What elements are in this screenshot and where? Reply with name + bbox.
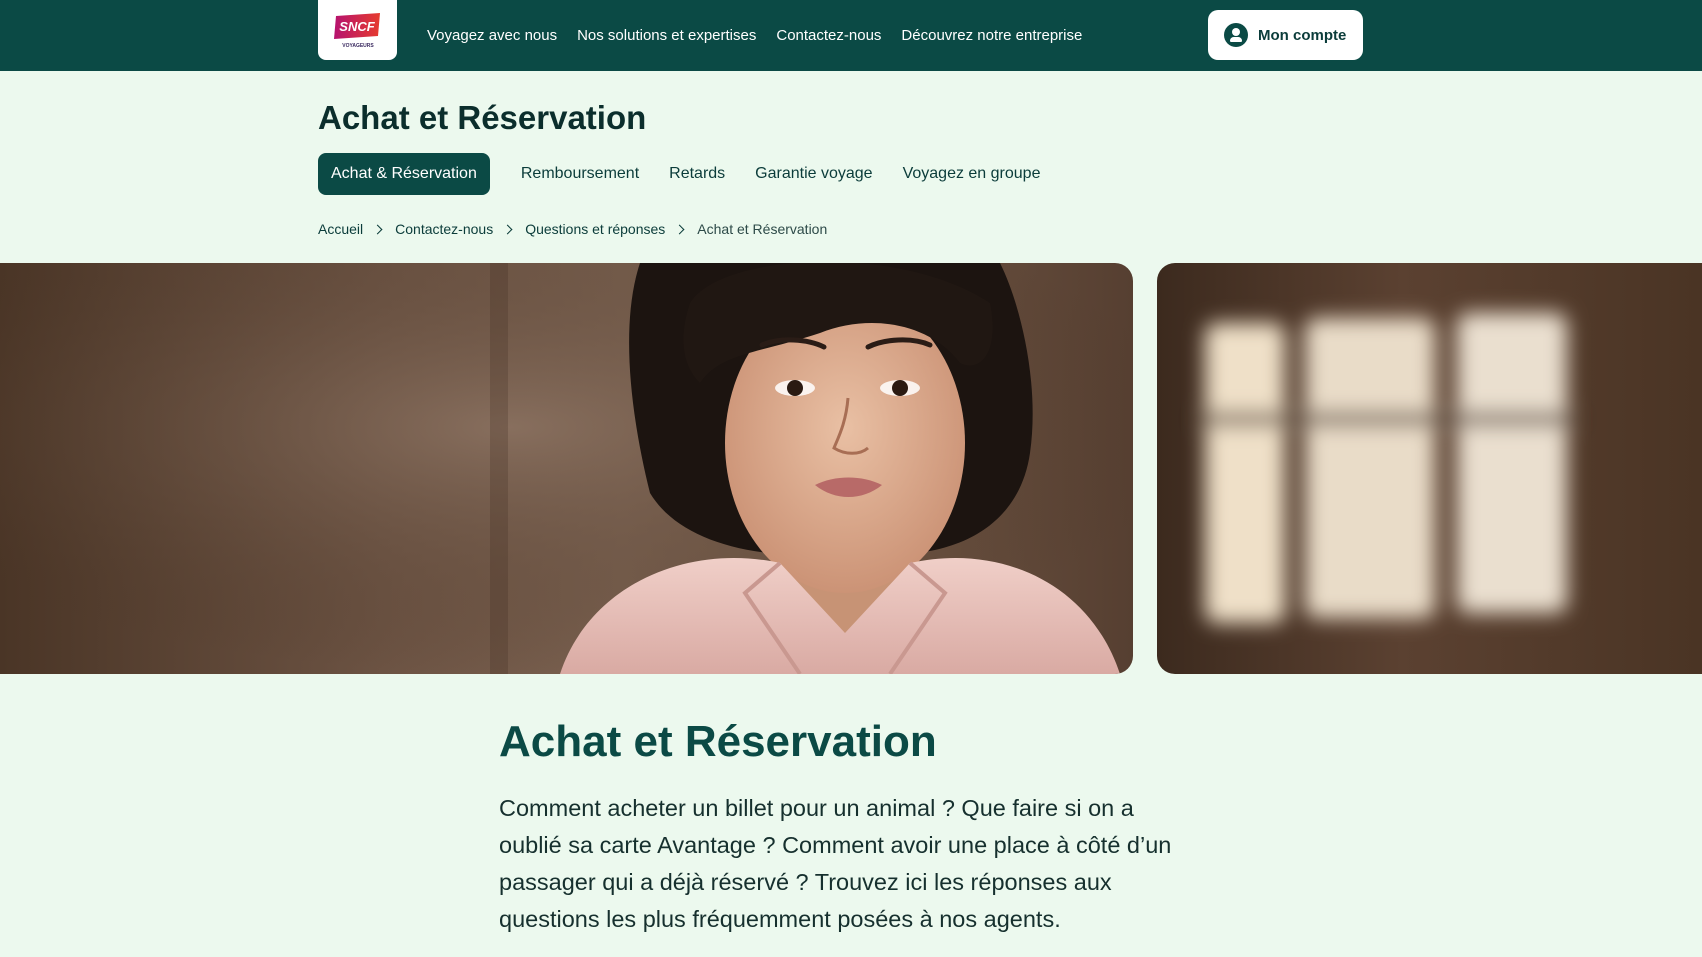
hero-portrait-image bbox=[0, 263, 1133, 674]
top-navigation-bar: SNCF VOYAGEURS Voyagez avec nous Nos sol… bbox=[0, 0, 1702, 71]
breadcrumb-current-page: Achat et Réservation bbox=[697, 221, 828, 237]
page-title: Achat et Réservation bbox=[318, 99, 647, 136]
sncf-logo-mark: SNCF VOYAGEURS bbox=[333, 13, 380, 49]
article-intro-text: Comment acheter un billet pour un animal… bbox=[499, 795, 1172, 932]
account-button-label: Mon compte bbox=[1258, 26, 1347, 44]
nav-link-solutions-expertises[interactable]: Nos solutions et expertises bbox=[577, 27, 756, 44]
account-button[interactable]: Mon compte bbox=[1208, 10, 1363, 60]
nav-link-contactez-nous[interactable]: Contactez-nous bbox=[776, 27, 881, 44]
main-navigation: Voyagez avec nous Nos solutions et exper… bbox=[427, 0, 1082, 71]
hero-window-image bbox=[1157, 263, 1702, 674]
chevron-right-icon bbox=[502, 224, 513, 234]
breadcrumb-link-questions-reponses[interactable]: Questions et réponses bbox=[525, 221, 665, 237]
breadcrumb-link-contactez-nous[interactable]: Contactez-nous bbox=[395, 221, 493, 237]
tab-voyagez-en-groupe[interactable]: Voyagez en groupe bbox=[888, 153, 1056, 195]
tab-achat-reservation[interactable]: Achat & Réservation bbox=[318, 153, 490, 195]
chevron-right-icon bbox=[372, 224, 383, 234]
category-tabs: Achat & Réservation Remboursement Retard… bbox=[318, 153, 1055, 195]
portrait-illustration bbox=[0, 263, 1133, 674]
svg-text:VOYAGEURS: VOYAGEURS bbox=[342, 43, 374, 49]
svg-text:SNCF: SNCF bbox=[339, 19, 375, 34]
user-account-icon bbox=[1224, 23, 1248, 47]
tab-remboursement[interactable]: Remboursement bbox=[506, 153, 654, 195]
article-title: Achat et Réservation bbox=[499, 717, 937, 766]
chevron-right-icon bbox=[674, 224, 685, 234]
breadcrumb: Accueil Contactez-nous Questions et répo… bbox=[318, 221, 827, 237]
nav-link-voyagez-avec-nous[interactable]: Voyagez avec nous bbox=[427, 27, 557, 44]
tab-retards[interactable]: Retards bbox=[654, 153, 740, 195]
nav-link-decouvrez-entreprise[interactable]: Découvrez notre entreprise bbox=[901, 27, 1082, 44]
tab-garantie-voyage[interactable]: Garantie voyage bbox=[740, 153, 887, 195]
blurred-window-illustration bbox=[1197, 313, 1577, 623]
sncf-voyageurs-logo[interactable]: SNCF VOYAGEURS bbox=[318, 0, 397, 60]
breadcrumb-link-accueil[interactable]: Accueil bbox=[318, 221, 363, 237]
